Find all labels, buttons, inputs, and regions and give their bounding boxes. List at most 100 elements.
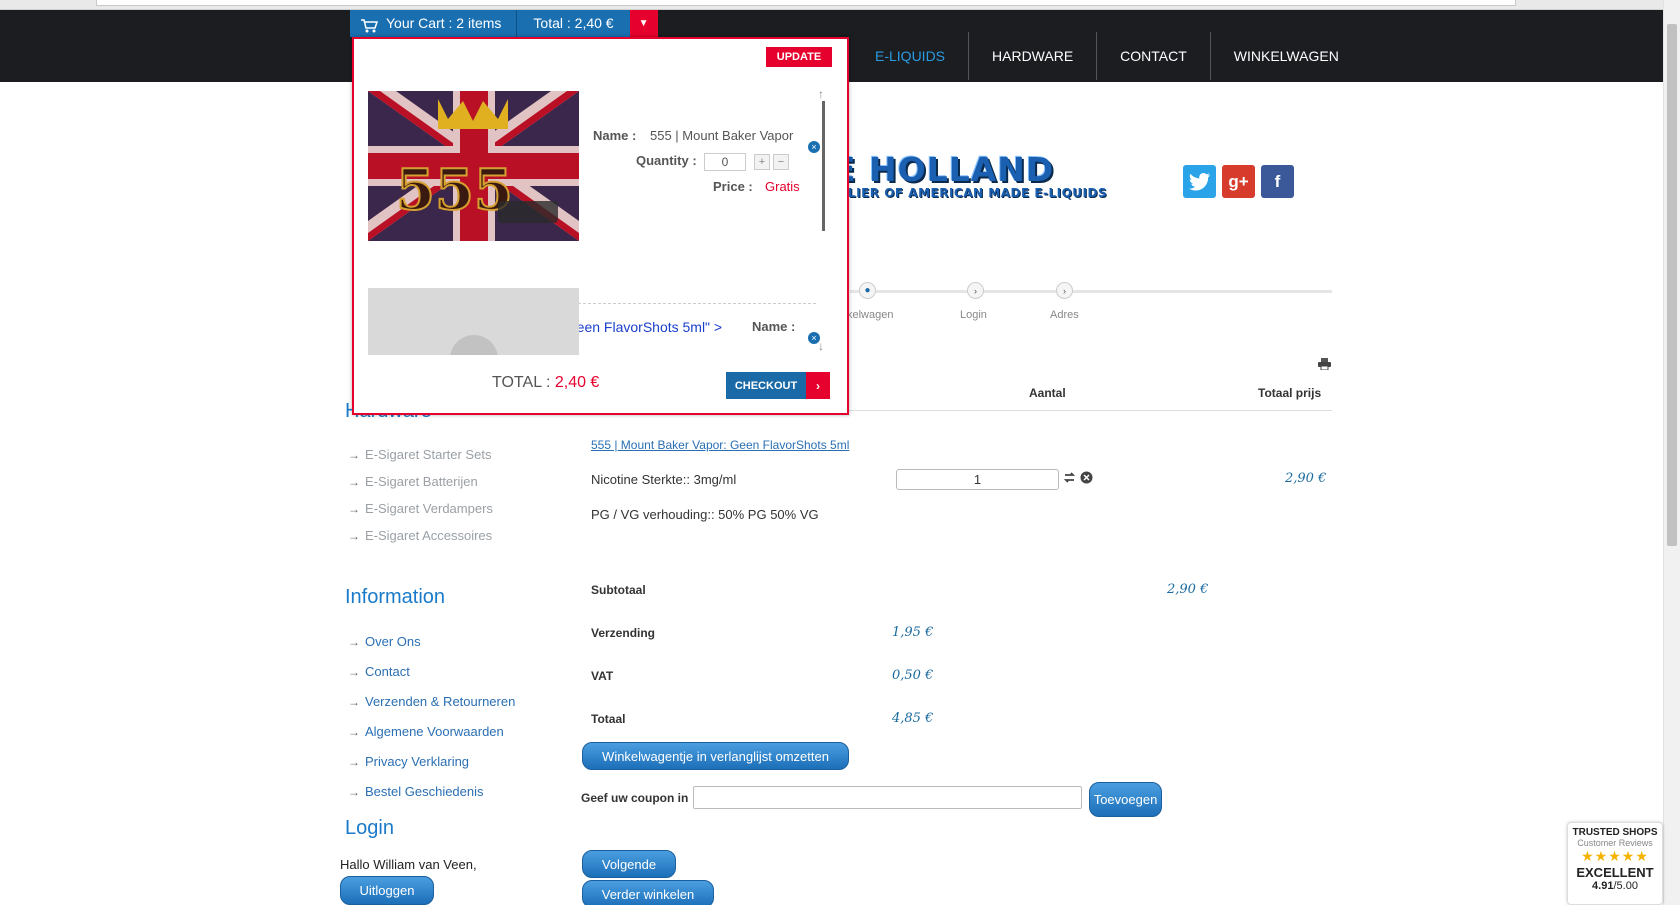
col-header-quantity: Aantal bbox=[1029, 386, 1066, 400]
arrow-right-icon: → bbox=[348, 501, 360, 516]
total-value: 4,85 € bbox=[892, 711, 934, 726]
item2-broken-link[interactable]: : Geen FlavorShots 5ml" > bbox=[558, 319, 722, 335]
cart-summary[interactable]: Your Cart : 2 items bbox=[350, 10, 518, 37]
cart-dropdown-panel: UPDATE 555 Name : 555 | Mount Baker Vapo… bbox=[352, 37, 849, 415]
logout-button[interactable]: Uitloggen bbox=[340, 876, 434, 905]
sidebar-link-label: E-Sigaret Batterijen bbox=[365, 474, 478, 489]
page-scrollbar[interactable] bbox=[1663, 0, 1680, 905]
main-nav: E-LIQUIDS HARDWARE CONTACT WINKELWAGEN bbox=[852, 32, 1362, 80]
checkout-button[interactable]: CHECKOUT › bbox=[726, 372, 830, 399]
scrollbar-thumb[interactable] bbox=[822, 101, 825, 231]
twitter-icon[interactable] bbox=[1183, 165, 1216, 198]
next-button[interactable]: Volgende bbox=[582, 850, 676, 878]
total-label: Totaal bbox=[591, 712, 626, 726]
arrow-right-icon: → bbox=[348, 724, 360, 739]
coupon-add-button[interactable]: Toevoegen bbox=[1089, 782, 1162, 817]
wishlist-button[interactable]: Winkelwagentje in verlanglijst omzetten bbox=[582, 742, 849, 770]
coupon-label: Geef uw coupon in bbox=[581, 791, 689, 805]
sidebar-link-accessoires[interactable]: → E-Sigaret Accessoires bbox=[348, 528, 492, 543]
step-adres-chevron-icon: › bbox=[1056, 282, 1073, 299]
trusted-shops-score: 4.91/5.00 bbox=[1572, 880, 1658, 892]
login-greeting: Hallo William van Veen, bbox=[340, 857, 477, 872]
cart-total: Total : 2,40 € bbox=[517, 10, 630, 37]
scroll-down-icon[interactable]: ↓ bbox=[818, 339, 824, 353]
coupon-input[interactable] bbox=[693, 786, 1082, 809]
checkout-label: CHECKOUT bbox=[726, 372, 806, 399]
sidebar-link-label: Over Ons bbox=[365, 634, 421, 649]
cart-quantity-input[interactable]: 1 bbox=[896, 469, 1059, 490]
trusted-shops-badge[interactable]: TRUSTED SHOPS Customer Reviews ★★★★★ EXC… bbox=[1567, 822, 1663, 905]
address-bar[interactable] bbox=[96, 0, 1516, 6]
subtotal-value: 2,90 € bbox=[1167, 582, 1209, 597]
arrow-right-icon: → bbox=[348, 634, 360, 649]
update-button[interactable]: UPDATE bbox=[766, 47, 832, 67]
placeholder-shape bbox=[450, 335, 498, 355]
sidebar-link-starter-sets[interactable]: → E-Sigaret Starter Sets bbox=[348, 447, 491, 462]
nav-contact[interactable]: CONTACT bbox=[1096, 32, 1210, 80]
quantity-plus-icon[interactable]: + bbox=[754, 154, 770, 170]
sidebar-link-verdampers[interactable]: → E-Sigaret Verdampers bbox=[348, 501, 493, 516]
chevron-right-icon: › bbox=[806, 372, 830, 399]
sidebar-link-label: E-Sigaret Accessoires bbox=[365, 528, 493, 543]
mini-cart-bar[interactable]: Your Cart : 2 items Total : 2,40 € ▼ bbox=[350, 10, 658, 37]
rating-stars-icon: ★★★★★ bbox=[1581, 848, 1649, 864]
remove-item-icon[interactable]: × bbox=[808, 141, 820, 153]
sidebar-link-batterijen[interactable]: → E-Sigaret Batterijen bbox=[348, 474, 478, 489]
scrollbar-thumb[interactable] bbox=[1667, 24, 1677, 546]
trusted-shops-subtitle: Customer Reviews bbox=[1577, 838, 1653, 848]
shipping-value: 1,95 € bbox=[892, 625, 934, 640]
sidebar-heading-login: Login bbox=[345, 817, 394, 839]
cart-product-link[interactable]: 555 | Mount Baker Vapor: Geen FlavorShot… bbox=[591, 438, 849, 452]
product-image-555[interactable]: 555 bbox=[368, 91, 579, 241]
browser-toolbar bbox=[0, 0, 1680, 10]
sidebar-link-bestel-geschiedenis[interactable]: → Bestel Geschiedenis bbox=[348, 784, 484, 799]
dropdown-total: TOTAL : 2,40 € bbox=[492, 374, 599, 392]
cart-dropdown-toggle[interactable]: ▼ bbox=[629, 10, 658, 37]
sidebar-link-label: Privacy Verklaring bbox=[365, 754, 470, 769]
cart-dropdown-scrollbar[interactable] bbox=[822, 91, 826, 323]
sidebar-link-verzenden[interactable]: → Verzenden & Retourneren bbox=[348, 694, 515, 709]
google-plus-icon[interactable]: g+ bbox=[1222, 165, 1255, 198]
cart-dropdown-list[interactable]: 555 Name : 555 | Mount Baker Vapor × Qua… bbox=[368, 83, 823, 355]
vat-value: 0,50 € bbox=[892, 668, 934, 683]
arrow-right-icon: → bbox=[348, 474, 360, 489]
sidebar-heading-information: Information bbox=[345, 586, 446, 608]
remove-icon[interactable] bbox=[1080, 471, 1093, 487]
facebook-icon[interactable]: f bbox=[1261, 165, 1294, 198]
score-value: 4.91 bbox=[1592, 880, 1614, 892]
nav-hardware[interactable]: HARDWARE bbox=[968, 32, 1096, 80]
refresh-icon[interactable] bbox=[1063, 471, 1076, 487]
nav-winkelwagen[interactable]: WINKELWAGEN bbox=[1209, 32, 1362, 80]
arrow-right-icon: → bbox=[348, 447, 360, 462]
trusted-shops-title: TRUSTED SHOPS bbox=[1572, 827, 1658, 838]
step-label-adres: Adres bbox=[1050, 309, 1079, 321]
trusted-shops-rating: EXCELLENT bbox=[1576, 865, 1654, 880]
shipping-label: Verzending bbox=[591, 626, 656, 640]
step-login-chevron-icon: › bbox=[967, 282, 984, 299]
arrow-right-icon: → bbox=[348, 754, 360, 769]
nav-e-liquids[interactable]: E-LIQUIDS bbox=[852, 32, 968, 80]
step-label-login: Login bbox=[960, 309, 987, 321]
item1-name-label: Name : bbox=[593, 128, 637, 143]
continue-shopping-button[interactable]: Verder winkelen bbox=[582, 880, 714, 905]
score-max: /5.00 bbox=[1613, 880, 1638, 892]
sidebar-link-over-ons[interactable]: → Over Ons bbox=[348, 634, 421, 649]
print-icon[interactable] bbox=[1318, 358, 1331, 371]
arrow-right-icon: → bbox=[348, 694, 360, 709]
sidebar-link-privacy[interactable]: → Privacy Verklaring bbox=[348, 754, 469, 769]
product-attr-pgvg: PG / VG verhouding:: 50% PG 50% VG bbox=[591, 507, 819, 522]
sidebar-link-label: Contact bbox=[365, 664, 410, 679]
item1-quantity-input[interactable]: 0 bbox=[704, 153, 746, 171]
quantity-minus-icon[interactable]: − bbox=[773, 154, 789, 170]
item1-quantity-label: Quantity : bbox=[636, 153, 697, 168]
item1-price-value: Gratis bbox=[765, 179, 800, 194]
arrow-right-icon: → bbox=[348, 528, 360, 543]
checkout-steps-track bbox=[850, 290, 1332, 293]
sidebar-link-label: Algemene Voorwaarden bbox=[365, 724, 504, 739]
product-image-placeholder[interactable] bbox=[368, 288, 579, 355]
sidebar-link-contact[interactable]: → Contact bbox=[348, 664, 410, 679]
shopping-cart-icon bbox=[360, 16, 379, 32]
sidebar-link-voorwaarden[interactable]: → Algemene Voorwaarden bbox=[348, 724, 504, 739]
site-logo[interactable]: E HOLLAND bbox=[833, 150, 1054, 189]
item1-price-label: Price : bbox=[713, 179, 753, 194]
